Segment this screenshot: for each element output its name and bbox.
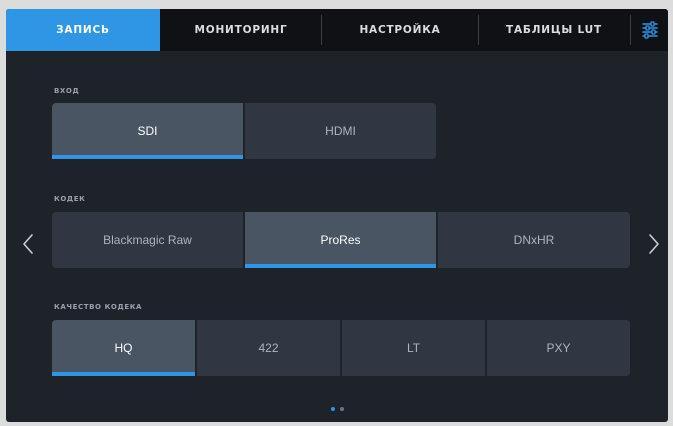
quality-option-label: 422 bbox=[258, 341, 279, 355]
device-bezel: ЗАПИСЬ МОНИТОРИНГ НАСТРОЙКА ТАБЛИЦЫ LUT bbox=[0, 0, 673, 426]
tab-luts[interactable]: ТАБЛИЦЫ LUT bbox=[479, 9, 629, 51]
selected-indicator bbox=[245, 264, 436, 268]
quality-option-pxy[interactable]: PXY bbox=[487, 320, 630, 376]
input-option-label: HDMI bbox=[325, 124, 356, 138]
codec-option-prores[interactable]: ProRes bbox=[245, 212, 436, 268]
input-section-label: ВХОД bbox=[54, 87, 80, 95]
selected-indicator bbox=[52, 155, 243, 159]
quality-option-label: PXY bbox=[546, 341, 571, 355]
codec-option-braw[interactable]: Blackmagic Raw bbox=[52, 212, 243, 268]
page-dot-2[interactable] bbox=[340, 407, 344, 411]
codec-option-dnxhr[interactable]: DNxHR bbox=[438, 212, 630, 268]
tab-bar: ЗАПИСЬ МОНИТОРИНГ НАСТРОЙКА ТАБЛИЦЫ LUT bbox=[6, 9, 668, 51]
input-option-label: SDI bbox=[137, 124, 158, 138]
codec-section-label: КОДЕК bbox=[54, 195, 86, 203]
camera-screen: ЗАПИСЬ МОНИТОРИНГ НАСТРОЙКА ТАБЛИЦЫ LUT bbox=[6, 9, 668, 422]
page-dot-1[interactable] bbox=[331, 407, 335, 411]
quality-option-label: LT bbox=[406, 341, 421, 355]
input-option-sdi[interactable]: SDI bbox=[52, 103, 243, 159]
codec-option-label: ProRes bbox=[320, 233, 361, 247]
tab-setup[interactable]: НАСТРОЙКА bbox=[322, 9, 478, 51]
codec-quality-section-label: КАЧЕСТВО КОДЕКА bbox=[54, 303, 143, 311]
chevron-left-icon bbox=[23, 234, 33, 254]
settings-button[interactable] bbox=[631, 9, 668, 51]
codec-option-label: Blackmagic Raw bbox=[103, 233, 192, 247]
quality-option-hq[interactable]: HQ bbox=[52, 320, 195, 376]
sliders-icon bbox=[641, 21, 658, 39]
selected-indicator bbox=[52, 372, 195, 376]
next-page-button[interactable] bbox=[644, 230, 664, 258]
chevron-right-icon bbox=[649, 234, 659, 254]
input-option-hdmi[interactable]: HDMI bbox=[245, 103, 436, 159]
previous-page-button[interactable] bbox=[18, 230, 38, 258]
tab-record[interactable]: ЗАПИСЬ bbox=[6, 9, 160, 51]
quality-option-label: HQ bbox=[114, 341, 133, 355]
codec-option-label: DNxHR bbox=[513, 233, 555, 247]
tab-monitoring[interactable]: МОНИТОРИНГ bbox=[162, 9, 320, 51]
page-indicator bbox=[331, 407, 344, 411]
quality-option-lt[interactable]: LT bbox=[342, 320, 485, 376]
quality-option-422[interactable]: 422 bbox=[197, 320, 340, 376]
